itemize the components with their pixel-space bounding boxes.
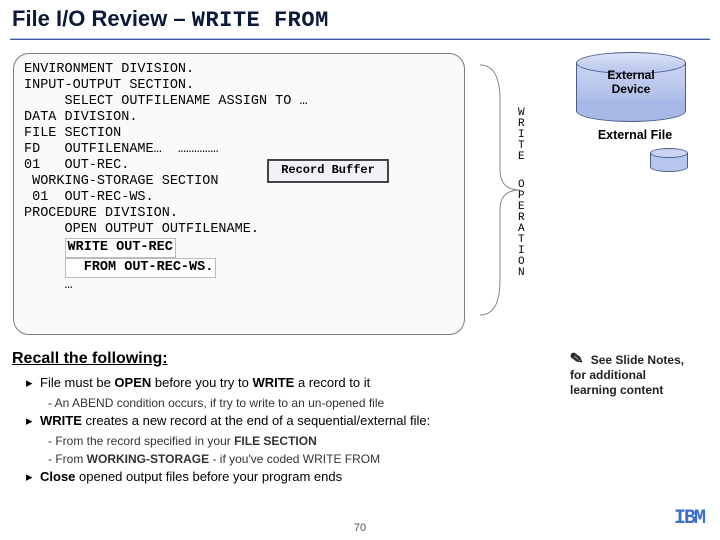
external-file-label: External File	[580, 128, 690, 142]
title-prefix: File I/O Review –	[12, 6, 192, 31]
code-listing: ENVIRONMENT DIVISION. INPUT-OUTPUT SECTI…	[24, 62, 454, 294]
bullet-1-sub: - An ABEND condition occurs, if try to w…	[48, 394, 546, 412]
title-rule	[10, 38, 710, 40]
slide-title: File I/O Review – WRITE FROM	[12, 6, 329, 33]
external-device-cylinder: External Device	[576, 52, 686, 122]
record-buffer-box: Record Buffer	[267, 159, 389, 183]
arrow-icon: ▸	[26, 412, 40, 430]
pencil-icon: ✎	[569, 351, 584, 368]
bullet-2: ▸ WRITE creates a new record at the end …	[26, 412, 546, 430]
operation-vertical-label: O P E R A T I O N	[518, 180, 525, 279]
recall-bullets: ▸ File must be OPEN before you try to WR…	[26, 374, 546, 488]
mini-cylinder-icon	[650, 148, 688, 172]
code-highlight-from: FROM OUT-REC-WS.	[65, 258, 217, 278]
ibm-logo: IBM	[674, 507, 704, 530]
external-device-label: External Device	[576, 68, 686, 96]
arrow-icon: ▸	[26, 468, 40, 486]
bullet-3: ▸ Close opened output files before your …	[26, 468, 546, 486]
bullet-2-sub1: - From the record specified in your FILE…	[48, 432, 546, 450]
bullet-1: ▸ File must be OPEN before you try to WR…	[26, 374, 546, 392]
bullet-2-sub2: - From WORKING-STORAGE - if you've coded…	[48, 450, 546, 468]
code-highlight-write: WRITE OUT-REC	[65, 238, 176, 258]
recall-heading: Recall the following:	[12, 350, 168, 368]
write-vertical-label: W R I T E	[518, 108, 525, 163]
title-mono: WRITE FROM	[192, 8, 329, 33]
slide-notes-callout: ✎ See Slide Notes, for additionallearnin…	[570, 352, 710, 398]
code-box: ENVIRONMENT DIVISION. INPUT-OUTPUT SECTI…	[13, 53, 465, 335]
arrow-icon: ▸	[26, 374, 40, 392]
page-number: 70	[0, 522, 720, 534]
